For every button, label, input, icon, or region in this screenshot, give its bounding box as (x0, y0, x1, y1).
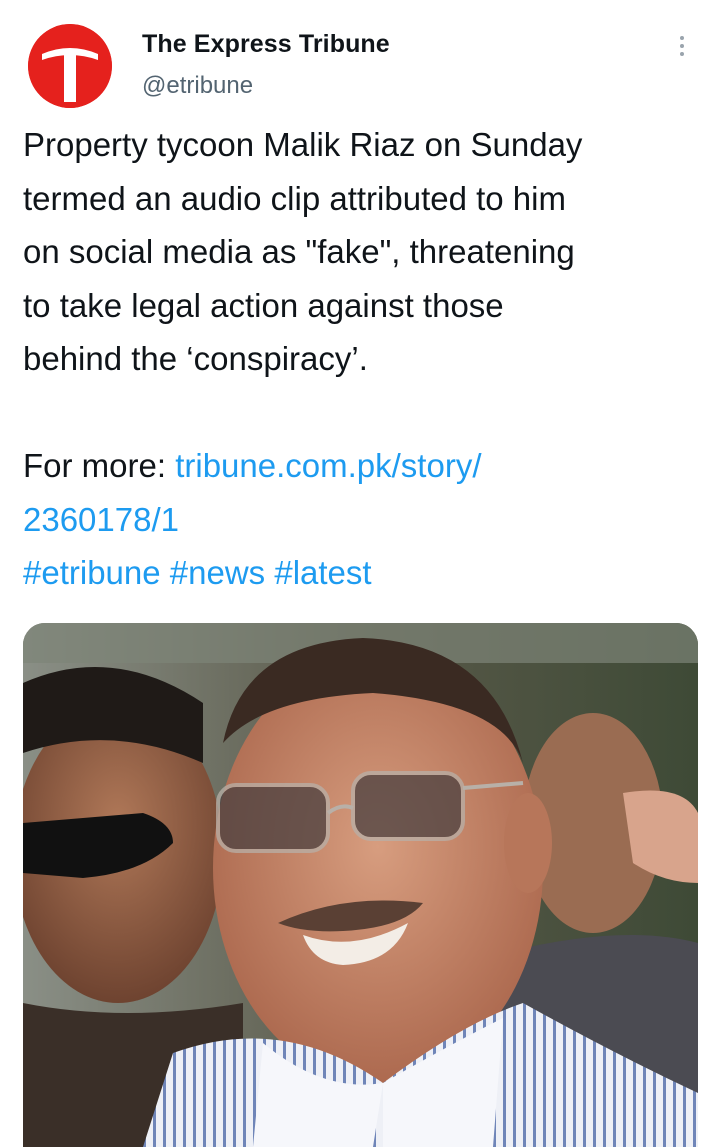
more-vertical-icon-dot (680, 44, 684, 48)
more-vertical-icon (680, 36, 684, 40)
tweet-line: Property tycoon Malik Riaz on Sunday (23, 126, 583, 163)
more-line: 2360178/1 (23, 493, 708, 547)
tweet-line: behind the ‘conspiracy’. (23, 340, 368, 377)
tweet-text: Property tycoon Malik Riaz on Sunday ter… (23, 118, 708, 600)
tweet-card: The Express Tribune @etribune Property t… (0, 0, 720, 1147)
more-vertical-icon-dot (680, 52, 684, 56)
more-line: For more: tribune.com.pk/story/ (23, 439, 708, 493)
author-name[interactable]: The Express Tribune (142, 30, 390, 59)
photo-of-man-in-sunglasses (23, 623, 698, 1147)
avatar[interactable] (28, 24, 112, 108)
tweet-line: on social media as "fake", threatening (23, 233, 575, 270)
more-options-button[interactable] (668, 30, 696, 62)
tweet-line: to take legal action against those (23, 286, 504, 324)
more-prefix: For more: (23, 447, 176, 484)
tweet-line: termed an audio clip attributed to him (23, 179, 566, 217)
hashtag-link[interactable]: #etribune (23, 554, 161, 591)
author-handle[interactable]: @etribune (142, 72, 253, 100)
hashtag-line: #etribune #news #latest (23, 546, 708, 600)
hashtag-link[interactable]: #latest (274, 554, 371, 591)
hashtag-link[interactable]: #news (170, 554, 265, 591)
story-link-continued[interactable]: 2360178/1 (23, 501, 179, 538)
express-tribune-logo-icon (28, 24, 112, 108)
story-link[interactable]: tribune.com.pk/story/ (175, 447, 481, 484)
tweet-photo[interactable] (23, 623, 698, 1147)
